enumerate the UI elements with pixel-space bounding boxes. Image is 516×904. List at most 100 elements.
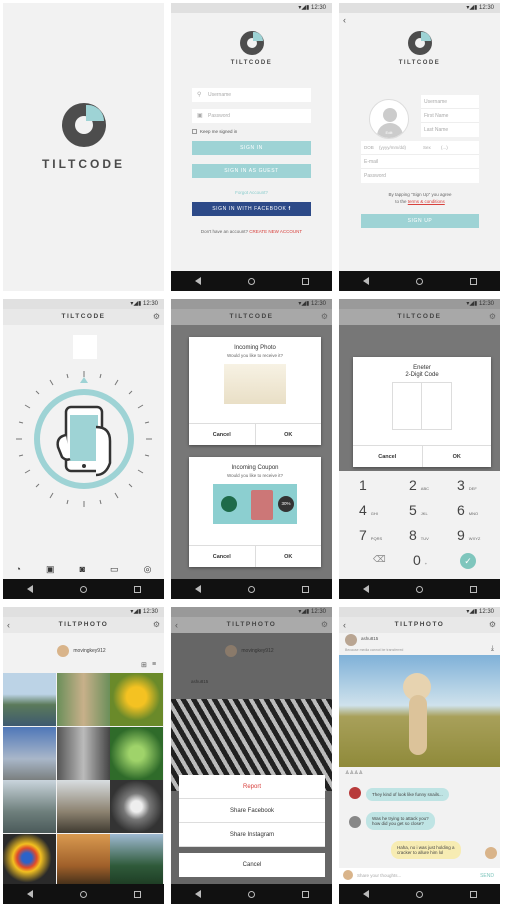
photo-thumb[interactable] (56, 780, 110, 833)
back-icon[interactable] (362, 585, 369, 593)
gear-icon[interactable]: ⚙ (489, 617, 496, 633)
facebook-sign-in-button[interactable]: SIGN IN WITH FACEBOOK f (192, 202, 311, 217)
photo-thumb[interactable] (3, 780, 56, 833)
code-digit-1[interactable] (392, 382, 422, 430)
home-icon[interactable] (415, 585, 423, 593)
guest-sign-in-button[interactable]: SIGN IN AS GUEST (192, 164, 311, 179)
photo-thumb[interactable] (56, 833, 110, 887)
code-ok-button[interactable]: OK (423, 446, 492, 467)
signup-password-field[interactable]: Password (361, 169, 479, 183)
coupon-cancel-button[interactable]: Cancel (189, 546, 256, 567)
recents-icon[interactable] (301, 890, 309, 898)
gear-icon[interactable]: ⚙ (489, 309, 496, 325)
poster-avatar[interactable] (345, 634, 357, 646)
camera-icon[interactable]: ▣ (46, 564, 55, 575)
list-view-icon[interactable]: ≡ (152, 661, 156, 668)
back-icon[interactable] (194, 585, 201, 593)
back-arrow-icon[interactable]: ‹ (175, 617, 178, 633)
photo-thumb[interactable] (56, 726, 110, 780)
share-cancel-button[interactable]: Cancel (179, 853, 325, 877)
dob-field[interactable]: (yyyy/mm/dd) (379, 141, 423, 154)
report-option[interactable]: Report (179, 775, 325, 799)
gear-icon[interactable]: ⚙ (321, 309, 328, 325)
sign-up-button[interactable]: SIGN UP (361, 214, 479, 228)
key-6[interactable]: 6 MNO (457, 502, 500, 526)
key-1[interactable]: 1 (359, 477, 405, 501)
coupon-ok-button[interactable]: OK (256, 546, 322, 567)
gear-icon[interactable]: ⚙ (153, 617, 160, 633)
photo-thumb[interactable] (110, 833, 163, 887)
folder-icon[interactable]: ▭ (110, 564, 119, 575)
photo-thumb[interactable] (3, 726, 56, 780)
key-3[interactable]: 3 DEF (457, 477, 500, 501)
photo-thumb[interactable] (110, 673, 163, 726)
grid-view-icon[interactable]: ⊞ (141, 661, 147, 669)
tiltcode-tab-icon[interactable]: ◔ (16, 564, 21, 574)
photo-camera-icon[interactable]: ◙ (80, 564, 85, 574)
home-icon[interactable] (415, 890, 423, 898)
keep-signed-checkbox[interactable]: Keep me signed in (192, 129, 311, 135)
photo-thumb[interactable] (110, 780, 163, 833)
back-arrow-icon[interactable]: ‹ (7, 617, 10, 633)
recents-icon[interactable] (133, 585, 141, 593)
back-icon[interactable] (362, 890, 369, 898)
recents-icon[interactable] (469, 585, 477, 593)
back-icon[interactable] (194, 277, 201, 285)
key-8[interactable]: 8 TUV (409, 527, 455, 551)
back-arrow-icon[interactable]: ‹ (343, 617, 346, 633)
avatar-picker[interactable]: Edit (369, 99, 409, 139)
photo-thumb[interactable] (56, 673, 110, 726)
signup-username-field[interactable]: Username (421, 95, 479, 109)
code-digit-2[interactable] (422, 382, 452, 430)
recents-icon[interactable] (301, 277, 309, 285)
forgot-account-link[interactable]: Forgot Account? (192, 190, 311, 195)
sign-in-button[interactable]: SIGN IN (192, 141, 311, 156)
username-field[interactable]: ⚲ Username (192, 88, 311, 102)
back-icon[interactable] (194, 890, 201, 898)
gear-icon[interactable]: ⚙ (321, 617, 328, 633)
photo-thumb[interactable] (110, 726, 163, 780)
received-thumbnail[interactable] (73, 335, 97, 359)
key-7[interactable]: 7 PQRS (359, 527, 405, 551)
key-0[interactable]: 0 + (413, 552, 459, 576)
recents-icon[interactable] (133, 890, 141, 898)
photo-thumb[interactable] (3, 673, 56, 726)
home-icon[interactable] (79, 585, 87, 593)
download-icon[interactable]: ⤓ (491, 645, 494, 653)
home-icon[interactable] (247, 277, 255, 285)
home-icon[interactable] (247, 585, 255, 593)
recents-icon[interactable] (469, 277, 477, 285)
back-icon[interactable] (26, 890, 33, 898)
confirm-check-icon[interactable]: ✓ (460, 553, 476, 569)
chat-icon[interactable]: ◎ (144, 564, 152, 575)
code-cancel-button[interactable]: Cancel (353, 446, 423, 467)
alpaca-photo[interactable] (339, 655, 500, 767)
email-field[interactable]: E-mail (361, 155, 479, 169)
key-4[interactable]: 4 GHI (359, 502, 405, 526)
back-arrow-icon[interactable]: ‹ (343, 15, 346, 25)
share-facebook-option[interactable]: Share Facebook (179, 799, 325, 823)
terms-link[interactable]: terms & conditions (408, 199, 445, 204)
home-icon[interactable] (247, 890, 255, 898)
back-icon[interactable] (362, 277, 369, 285)
key-5[interactable]: 5 JKL (409, 502, 455, 526)
home-icon[interactable] (79, 890, 87, 898)
password-field[interactable]: ▣ Password (192, 109, 311, 123)
last-name-field[interactable]: Last Name (421, 123, 479, 137)
photo-thumb[interactable] (3, 833, 56, 887)
first-name-field[interactable]: First Name (421, 109, 479, 123)
photo-ok-button[interactable]: OK (256, 424, 322, 445)
gear-icon[interactable]: ⚙ (153, 309, 160, 325)
create-account-link[interactable]: CREATE NEW ACCOUNT (249, 229, 302, 234)
key-2[interactable]: 2 ABC (409, 477, 455, 501)
send-button[interactable]: SEND (480, 873, 494, 879)
home-icon[interactable] (415, 277, 423, 285)
back-icon[interactable] (26, 585, 33, 593)
avatar[interactable] (57, 645, 69, 657)
key-9[interactable]: 9 WXYZ (457, 527, 500, 551)
comment-input[interactable]: Share your thoughts... (357, 873, 401, 878)
sex-field[interactable]: (...) (441, 141, 448, 154)
recents-icon[interactable] (469, 890, 477, 898)
photo-cancel-button[interactable]: Cancel (189, 424, 256, 445)
share-instagram-option[interactable]: Share Instagram (179, 823, 325, 847)
